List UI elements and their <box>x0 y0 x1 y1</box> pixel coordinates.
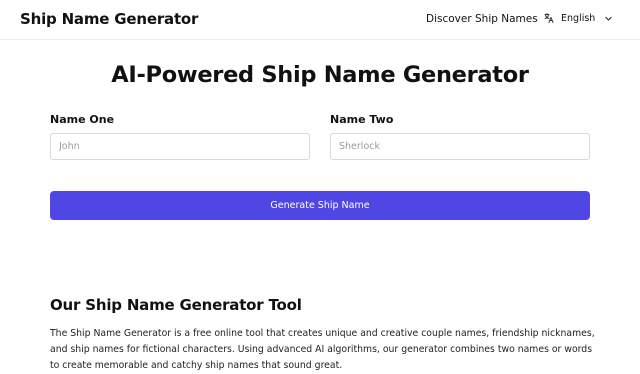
brand-logo-text[interactable]: Ship Name Generator <box>20 10 198 28</box>
generate-ship-name-button[interactable]: Generate Ship Name <box>50 191 590 220</box>
section-title: Our Ship Name Generator Tool <box>50 296 302 314</box>
translate-icon <box>544 13 554 23</box>
discover-ship-names-link[interactable]: Discover Ship Names <box>426 13 538 25</box>
name-one-input[interactable] <box>50 133 310 160</box>
name-one-label: Name One <box>50 113 115 126</box>
section-description: The Ship Name Generator is a free online… <box>50 328 595 371</box>
chevron-down-icon <box>605 16 613 21</box>
language-label: English <box>561 12 596 24</box>
name-two-input[interactable] <box>330 133 590 160</box>
top-navbar: Ship Name Generator Discover Ship Names … <box>0 0 640 40</box>
name-two-label: Name Two <box>330 113 394 126</box>
page-title: AI-Powered Ship Name Generator <box>111 62 529 88</box>
language-selector[interactable]: English <box>543 12 613 24</box>
